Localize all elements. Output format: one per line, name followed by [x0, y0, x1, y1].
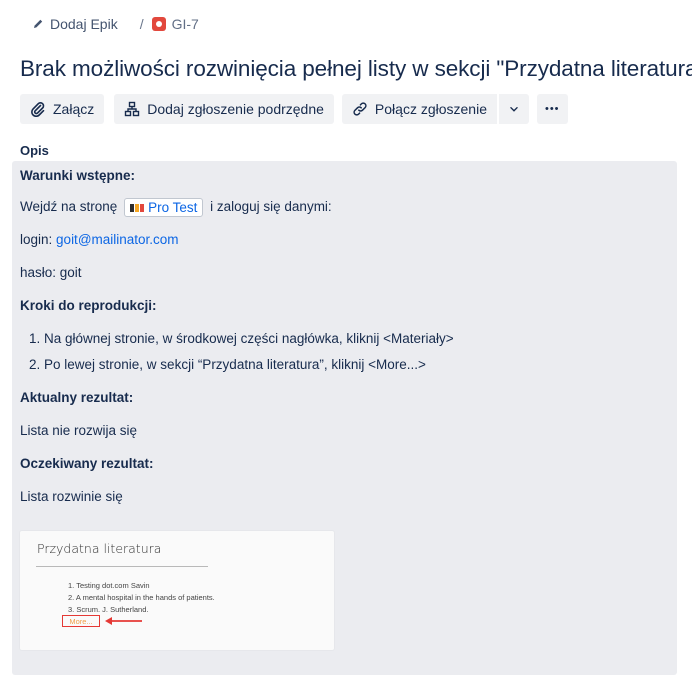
add-epic-link[interactable]: Dodaj Epik	[32, 16, 118, 32]
description-label: Opis	[20, 143, 49, 158]
hierarchy-icon	[125, 101, 140, 117]
bug-icon	[151, 17, 166, 31]
screenshot-list: 1. Testing dot.com Savin 2. A mental hos…	[68, 580, 215, 616]
password-line: hasło: goit	[20, 265, 82, 280]
add-epic-label: Dodaj Epik	[50, 16, 118, 32]
expected-result-text: Lista rozwinie się	[20, 489, 123, 504]
login-prefix: login:	[20, 232, 53, 247]
list-item: 1. Testing dot.com Savin	[68, 581, 150, 590]
list-item: 2. Po lewej stronie, w sekcji “Przydatna…	[29, 357, 426, 372]
issue-title[interactable]: Brak możliwości rozwinięcia pełnej listy…	[20, 56, 692, 82]
paperclip-icon	[31, 102, 45, 117]
list-item: 1. Na głównej stronie, w środkowej częśc…	[29, 331, 454, 346]
visit-prefix: Wejdź na stronę	[20, 199, 118, 215]
screenshot-more-link: More...	[62, 615, 100, 627]
add-child-label: Dodaj zgłoszenie podrzędne	[147, 101, 324, 117]
issue-key-link[interactable]: GI-7	[151, 16, 199, 32]
breadcrumb: Dodaj Epik / GI-7	[32, 14, 199, 34]
link-icon	[353, 102, 367, 116]
add-child-issue-button[interactable]: Dodaj zgłoszenie podrzędne	[114, 94, 334, 124]
list-item: 2. A mental hospital in the hands of pat…	[68, 593, 215, 602]
link-issue-button[interactable]: Połącz zgłoszenie	[341, 94, 497, 124]
attach-label: Załącz	[53, 101, 95, 117]
pencil-icon	[34, 19, 43, 28]
arrow-left-icon	[105, 617, 142, 625]
more-icon: •••	[544, 103, 560, 115]
attach-button[interactable]: Załącz	[20, 94, 105, 124]
screenshot-section-title: Przydatna literatura	[37, 541, 162, 556]
actual-result-heading: Aktualny rezultat:	[20, 390, 134, 405]
preconditions-heading: Warunki wstępne:	[20, 168, 136, 183]
issue-toolbar: Załącz Dodaj zgłoszenie podrzędne Połącz…	[20, 94, 568, 124]
attached-screenshot[interactable]: Przydatna literatura 1. Testing dot.com …	[20, 531, 334, 650]
site-smart-link[interactable]: Pro Test	[124, 198, 204, 217]
chevron-down-icon	[510, 106, 518, 112]
link-issue-label: Połącz zgłoszenie	[374, 101, 487, 117]
actual-result-text: Lista nie rozwija się	[20, 423, 138, 438]
visit-line: Wejdź na stronę Pro Test i zaloguj się d…	[20, 198, 332, 217]
issue-view: Dodaj Epik / GI-7 Brak możliwości rozwin…	[0, 0, 692, 685]
login-line: login: goit@mailinator.com	[20, 232, 179, 247]
screenshot-divider	[36, 566, 208, 567]
link-issue-split-button: Połącz zgłoszenie	[341, 94, 529, 124]
more-actions-button[interactable]: •••	[536, 94, 568, 124]
site-favicon-icon	[130, 203, 145, 212]
expected-result-heading: Oczekiwany rezultat:	[20, 456, 154, 471]
steps-heading: Kroki do reprodukcji:	[20, 298, 157, 313]
visit-suffix: i zaloguj się danymi:	[210, 199, 332, 215]
login-email-link[interactable]: goit@mailinator.com	[56, 232, 179, 247]
site-chip-label: Pro Test	[148, 200, 198, 215]
breadcrumb-separator: /	[139, 16, 144, 32]
issue-key: GI-7	[171, 16, 199, 32]
link-issue-dropdown-button[interactable]	[498, 94, 529, 124]
